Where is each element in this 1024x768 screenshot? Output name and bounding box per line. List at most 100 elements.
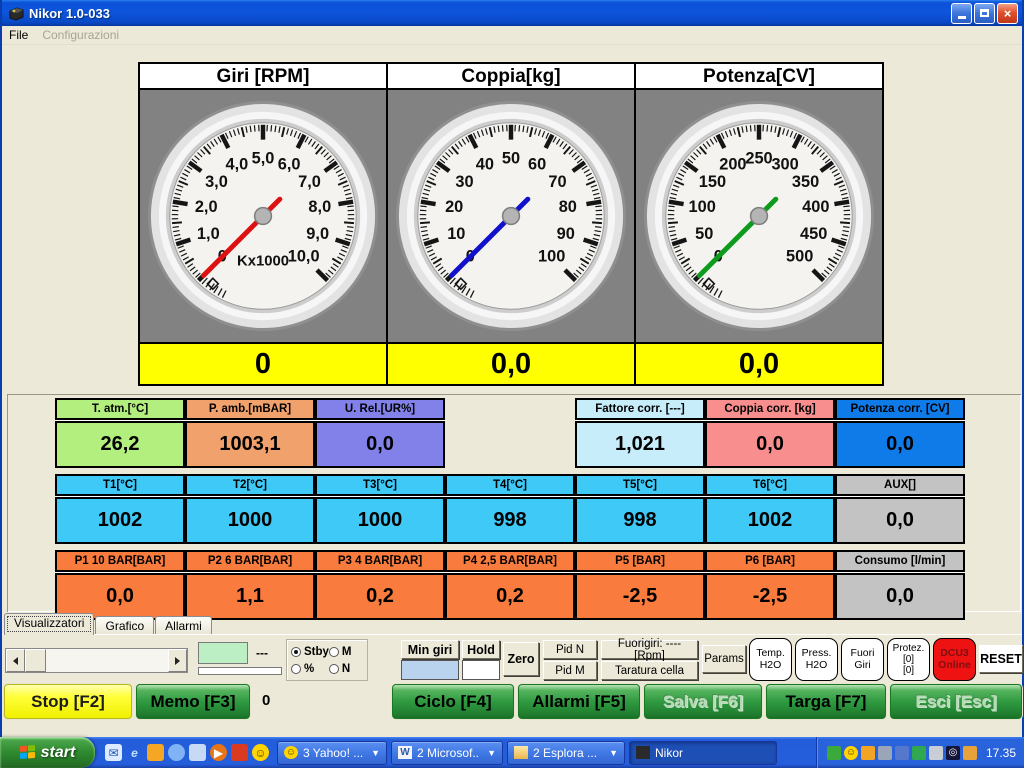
zero-button[interactable]: Zero: [503, 642, 539, 676]
fkey-salva-f6[interactable]: Salva [F6]: [644, 684, 762, 719]
maximize-button[interactable]: [974, 3, 995, 24]
metric-value: 0,0: [835, 497, 965, 544]
svg-text:400: 400: [802, 198, 829, 216]
pid-n-button[interactable]: Pid N: [543, 640, 597, 659]
svg-text:20: 20: [445, 198, 463, 216]
scroll-left-arrow-icon[interactable]: [6, 649, 25, 672]
tab-visualizzatori[interactable]: Visualizzatori: [4, 613, 94, 635]
winamp-icon[interactable]: [231, 744, 248, 761]
svg-text:350: 350: [792, 173, 819, 191]
outlook-express-icon[interactable]: ✉: [105, 744, 122, 761]
scrollbar-track[interactable]: [46, 649, 168, 672]
metric-value: 0,0: [705, 421, 835, 468]
svg-text:30: 30: [455, 173, 473, 191]
measurements-table: T. atm.[°C]26,2P. amb.[mBAR]1003,1U. Rel…: [55, 398, 965, 620]
radio-%[interactable]: %: [291, 660, 329, 677]
menu-file[interactable]: File: [2, 26, 35, 44]
fkey-targa-f7[interactable]: Targa [F7]: [766, 684, 886, 719]
svg-text:100: 100: [689, 198, 716, 216]
dropdown-arrow-icon: ▼: [487, 748, 496, 758]
gauge-value-display: 0,0: [636, 342, 882, 384]
task-2-esplora[interactable]: 2 Esplora ...▼: [507, 741, 625, 765]
start-button[interactable]: start: [0, 737, 95, 768]
radio-dot-icon: [291, 647, 301, 657]
dcu3-online-button[interactable]: DCU3 Online: [933, 638, 976, 681]
task-nikor[interactable]: Nikor: [629, 741, 777, 765]
tab-grafico[interactable]: Grafico: [95, 616, 154, 635]
min-giri-button[interactable]: Min giri: [401, 640, 459, 659]
minimize-button[interactable]: [951, 3, 972, 24]
fkey-ciclo-f4[interactable]: Ciclo [F4]: [392, 684, 514, 719]
metric-value: 0,0: [835, 421, 965, 468]
media-player-icon[interactable]: ▶: [210, 744, 227, 761]
fkey-stop-f2[interactable]: Stop [F2]: [4, 684, 132, 719]
network-monitor-icon[interactable]: [895, 746, 909, 760]
metric-cell: T. atm.[°C]26,2: [55, 398, 185, 468]
function-key-bar: 0 Stop [F2]Memo [F3] Ciclo [F4]Allarmi [F…: [2, 684, 1022, 724]
close-button[interactable]: ×: [997, 3, 1018, 24]
fuori-giri-button[interactable]: Fuori Giri: [841, 638, 884, 681]
task-scheduler-icon[interactable]: [147, 744, 164, 761]
press-h2o-button[interactable]: Press. H2O: [795, 638, 838, 681]
metric-cell: T4[°C]998: [445, 474, 575, 544]
app-icon: [8, 6, 25, 21]
msn-explorer-icon[interactable]: [168, 744, 185, 761]
metric-cell: AUX[]0,0: [835, 474, 965, 544]
svg-text:50: 50: [502, 149, 520, 167]
show-desktop-icon[interactable]: [189, 744, 206, 761]
scroll-right-arrow-icon[interactable]: [168, 649, 187, 672]
metric-cell: Potenza corr. [CV]0,0: [835, 398, 965, 468]
volume-icon[interactable]: [929, 746, 943, 760]
metric-cell: T1[°C]1002: [55, 474, 185, 544]
metric-header: P2 6 BAR[BAR]: [185, 550, 315, 572]
radio-n[interactable]: N: [329, 660, 363, 677]
yahoo-messenger-tray-icon[interactable]: ☺: [844, 746, 858, 760]
throttle-scrollbar[interactable]: [5, 648, 188, 673]
windows-flag-icon: [20, 745, 36, 760]
metric-cell: P3 4 BAR[BAR]0,2: [315, 550, 445, 620]
radio-m[interactable]: M: [329, 643, 363, 660]
svg-text:10,0: 10,0: [288, 248, 320, 266]
radio-label: M: [342, 646, 352, 658]
fkey-allarmi-f5[interactable]: Allarmi [F5]: [518, 684, 640, 719]
wireless-icon[interactable]: ◎: [946, 746, 960, 760]
memo-count: 0: [262, 692, 270, 709]
update-icon[interactable]: [963, 746, 977, 760]
radio-stby[interactable]: Stby: [291, 643, 329, 660]
internet-explorer-icon[interactable]: e: [126, 744, 143, 761]
fkey-esci-esc[interactable]: Esci [Esc]: [890, 684, 1022, 719]
fkey-memo-f3[interactable]: Memo [F3]: [136, 684, 250, 719]
radio-label: Stby: [304, 646, 329, 658]
svg-text:Kx1000: Kx1000: [237, 254, 289, 270]
metric-value: 0,2: [315, 573, 445, 620]
metric-cell: T5[°C]998: [575, 474, 705, 544]
scrollbar-thumb[interactable]: [25, 649, 46, 672]
tab-allarmi[interactable]: Allarmi: [155, 616, 212, 635]
reset-button[interactable]: RESET: [979, 645, 1023, 673]
pid-m-button[interactable]: Pid M: [543, 661, 597, 680]
metric-header: AUX[]: [835, 474, 965, 496]
msn-messenger-icon[interactable]: [912, 746, 926, 760]
hold-button[interactable]: Hold: [462, 640, 500, 659]
yahoo-messenger-icon[interactable]: ☺: [252, 744, 269, 761]
status-indicator-label: ---: [256, 646, 268, 660]
taratura-cella-button[interactable]: Taratura cella: [601, 661, 698, 680]
title-bar[interactable]: Nikor 1.0-033 ×: [2, 0, 1022, 26]
params-button[interactable]: Params: [702, 645, 746, 673]
camera-icon[interactable]: [878, 746, 892, 760]
metric-value: 1002: [55, 497, 185, 544]
gauge-dial-area: 0102030405060708090100: [388, 90, 634, 342]
antivirus-icon[interactable]: [827, 746, 841, 760]
gauge-value-display: 0,0: [388, 342, 634, 384]
metric-header: Fattore corr. [---]: [575, 398, 705, 420]
radio-label: %: [304, 663, 314, 675]
protez-button[interactable]: Protez. [0] [0]: [887, 638, 930, 681]
task-2-microsof[interactable]: W2 Microsof...▼: [391, 741, 503, 765]
temp-h2o-button[interactable]: Temp. H2O: [749, 638, 792, 681]
task-3-yahoo[interactable]: ☺3 Yahoo! ...▼: [277, 741, 387, 765]
fuorigiri-button[interactable]: Fuorigiri: ---- [Rpm]: [601, 640, 698, 659]
metric-value: 26,2: [55, 421, 185, 468]
menu-configurazioni[interactable]: Configurazioni: [35, 26, 126, 44]
messenger-alert-icon[interactable]: [861, 746, 875, 760]
metric-value: 998: [575, 497, 705, 544]
